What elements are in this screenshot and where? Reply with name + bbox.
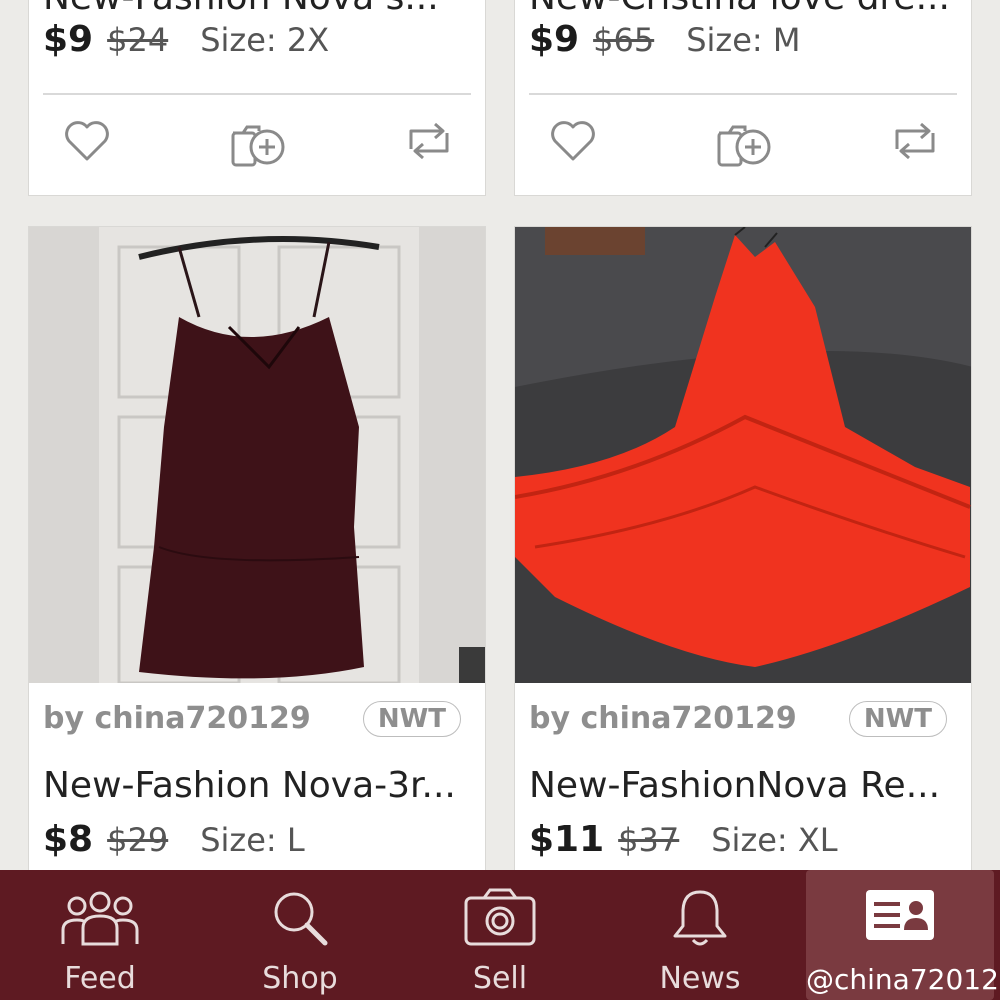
listing-card-top-1[interactable]: New-Fashion Nova s... $9 $24 Size: 2X — [28, 0, 486, 196]
camera-icon — [462, 888, 538, 952]
listing-original-price: $29 — [107, 821, 169, 859]
nav-shop[interactable]: Shop — [200, 870, 400, 1000]
nav-label: @china720129 — [806, 963, 1000, 996]
nav-label: News — [659, 961, 741, 996]
listing-title: New-Cristina love dre... — [529, 0, 961, 18]
listing-original-price: $65 — [593, 21, 655, 59]
listing-card[interactable]: by china720129 NWT New-FashionNova Re...… — [514, 226, 972, 886]
search-icon — [270, 888, 330, 952]
listing-original-price: $24 — [107, 21, 169, 59]
listing-photo[interactable] — [515, 227, 971, 683]
listing-card[interactable]: by china720129 NWT New-Fashion Nova-3r..… — [28, 226, 486, 886]
share-icon[interactable] — [887, 119, 943, 167]
bell-icon — [670, 888, 730, 954]
heart-icon[interactable] — [549, 119, 597, 167]
seller-name[interactable]: by china720129 — [529, 701, 797, 736]
listing-price: $11 — [529, 819, 605, 860]
condition-badge: NWT — [848, 701, 947, 737]
listing-title[interactable]: New-Fashion Nova-3r... — [43, 765, 475, 806]
seller-name[interactable]: by china720129 — [43, 701, 311, 736]
share-icon[interactable] — [401, 119, 457, 167]
nav-label: Feed — [64, 961, 136, 996]
listing-title[interactable]: New-FashionNova Re... — [529, 765, 961, 806]
listing-price: $9 — [43, 19, 94, 60]
listing-photo[interactable] — [29, 227, 485, 683]
add-to-bundle-icon[interactable] — [229, 119, 289, 173]
listing-card-top-2[interactable]: New-Cristina love dre... $9 $65 Size: M — [514, 0, 972, 196]
listing-size: Size: 2X — [200, 21, 330, 59]
nav-feed[interactable]: Feed — [0, 870, 200, 1000]
listing-title: New-Fashion Nova s... — [43, 0, 475, 18]
listing-size: Size: M — [686, 21, 801, 59]
condition-badge: NWT — [362, 701, 461, 737]
bottom-nav-bar: Feed Shop Sell News @china720129 — [0, 870, 1000, 1000]
nav-sell[interactable]: Sell — [400, 870, 600, 1000]
divider — [529, 93, 957, 95]
divider — [43, 93, 471, 95]
nav-label: Sell — [472, 961, 528, 996]
add-to-bundle-icon[interactable] — [715, 119, 775, 173]
nav-news[interactable]: News — [600, 870, 800, 1000]
listing-price: $9 — [529, 19, 580, 60]
nav-label: Shop — [262, 961, 338, 996]
heart-icon[interactable] — [63, 119, 111, 167]
listing-size: Size: XL — [711, 821, 838, 859]
nav-profile[interactable]: @china720129 — [806, 870, 1000, 1000]
profile-card-icon — [864, 888, 936, 946]
listing-size: Size: L — [200, 821, 305, 859]
listing-price: $8 — [43, 819, 94, 860]
people-icon — [55, 888, 145, 952]
listing-original-price: $37 — [618, 821, 680, 859]
